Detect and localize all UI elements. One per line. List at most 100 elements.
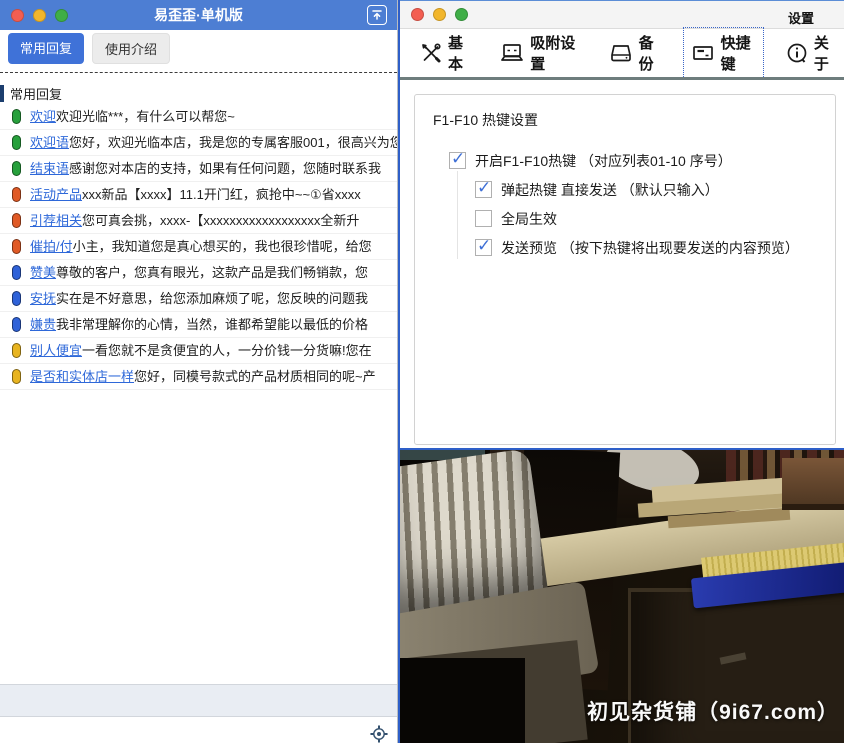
list-item[interactable]: 是否和实体店一样您好，同模号款式的产品材质相同的呢~产 — [0, 364, 397, 390]
option-row: ✓ 发送预览 （按下热键将出现要发送的内容预览） — [475, 233, 835, 262]
option-row: 全局生效 — [475, 204, 835, 233]
category-pill-icon — [12, 109, 21, 124]
tools-icon — [419, 41, 443, 65]
list-item[interactable]: 嫌贵我非常理解你的心情，当然，谁都希望能以最低的价格 — [0, 312, 397, 338]
keyboard-icon — [690, 41, 716, 65]
reply-category-link[interactable]: 结束语 — [30, 161, 69, 176]
zoom-button[interactable] — [455, 8, 468, 21]
category-pill-icon — [12, 369, 21, 384]
list-item[interactable]: 催拍/付小主，我知道您是真心想买的，我也很珍惜呢，给您 — [0, 234, 397, 260]
list-item[interactable]: 活动产品xxx新品【xxxx】11.1开门红，疯抢中~~①省xxxx — [0, 182, 397, 208]
photo-shape — [400, 658, 525, 743]
reply-category-link[interactable]: 活动产品 — [30, 187, 82, 202]
tab-hotkeys[interactable]: 快捷键 — [683, 27, 764, 79]
category-pill-icon — [12, 291, 21, 306]
reply-preview-text: xxx新品【xxxx】11.1开门红，疯抢中~~①省xxxx — [82, 187, 361, 202]
reply-preview-text: 我非常理解你的心情，当然，谁都希望能以最低的价格 — [56, 317, 368, 332]
info-icon — [785, 41, 809, 65]
reply-category-link[interactable]: 引荐相关 — [30, 213, 82, 228]
list-item[interactable]: 欢迎欢迎光临***，有什么可以帮您~ — [0, 104, 397, 130]
category-pill-icon — [12, 187, 21, 202]
category-pill-icon — [12, 135, 21, 150]
option-row: ✓ 弹起热键 直接发送 （默认只输入） — [475, 175, 835, 204]
reply-category-link[interactable]: 催拍/付 — [30, 239, 73, 254]
list-item[interactable]: 赞美尊敬的客户，您真有眼光，这款产品是我们畅销款，您 — [0, 260, 397, 286]
watermark-text: 初见杂货铺（9i67.com） — [587, 696, 839, 726]
settings-toolbar: 基本 吸附设置 — [400, 29, 844, 77]
settings-window-title: 设置 — [788, 8, 814, 27]
input-bar[interactable] — [0, 684, 397, 717]
reply-preview-text: 实在是不好意思，给您添加麻烦了呢，您反映的问题我 — [56, 291, 368, 306]
checkmark-icon: ✓ — [477, 178, 491, 198]
reply-preview-text: 您好，同模号款式的产品材质相同的呢~产 — [134, 369, 376, 384]
settings-titlebar[interactable]: 设置 — [400, 1, 844, 29]
tab-usage-intro[interactable]: 使用介绍 — [92, 33, 170, 64]
checkmark-icon: ✓ — [477, 236, 491, 256]
section-marker-icon — [0, 85, 4, 102]
tab-bar: 常用回复 使用介绍 — [8, 33, 170, 64]
reply-category-link[interactable]: 是否和实体店一样 — [30, 369, 134, 384]
checkbox-global-effect[interactable] — [475, 210, 492, 227]
reply-category-link[interactable]: 别人便宜 — [30, 343, 82, 358]
checkbox-enable-hotkeys[interactable]: ✓ — [449, 152, 466, 169]
option-label: 全局生效 — [501, 209, 557, 229]
list-item[interactable]: 别人便宜一看您就不是贪便宜的人，一分价钱一分货嘛!您在 — [0, 338, 397, 364]
tab-snap-settings[interactable]: 吸附设置 — [492, 27, 586, 79]
list-item[interactable]: 欢迎语您好，欢迎光临本店，我是您的专属客服001，很高兴为您服务 — [0, 130, 397, 156]
toolbar-underline — [400, 77, 844, 80]
category-pill-icon — [12, 343, 21, 358]
category-pill-icon — [12, 265, 21, 280]
reply-preview-text: 小主，我知道您是真心想买的，我也很珍惜呢，给您 — [73, 239, 372, 254]
section-header: 常用回复 — [0, 84, 62, 103]
reply-category-link[interactable]: 安抚 — [30, 291, 56, 306]
option-label: 弹起热键 直接发送 （默认只输入） — [501, 180, 719, 200]
checkmark-icon: ✓ — [451, 149, 465, 169]
collapse-up-icon[interactable] — [367, 5, 387, 25]
close-button[interactable] — [11, 9, 24, 22]
reply-preview-text: 欢迎光临***，有什么可以帮您~ — [56, 109, 235, 124]
list-item[interactable]: 安抚实在是不好意思，给您添加麻烦了呢，您反映的问题我 — [0, 286, 397, 312]
settings-window: 设置 基本 — [400, 0, 844, 450]
category-pill-icon — [12, 317, 21, 332]
dashed-divider — [0, 72, 397, 73]
minimize-button[interactable] — [433, 8, 446, 21]
option-label: 发送预览 （按下热键将出现要发送的内容预览） — [501, 238, 799, 258]
right-column: 设置 基本 — [398, 0, 844, 743]
reply-preview-text: 尊敬的客户，您真有眼光，这款产品是我们畅销款，您 — [56, 265, 368, 280]
traffic-lights — [11, 9, 68, 22]
zoom-button[interactable] — [55, 9, 68, 22]
minimize-button[interactable] — [33, 9, 46, 22]
tree-guide-line — [457, 171, 458, 259]
left-titlebar[interactable]: 易歪歪·单机版 — [0, 0, 397, 30]
tab-about[interactable]: 关于 — [778, 27, 844, 79]
list-item[interactable]: 引荐相关您可真会挑，xxxx-【xxxxxxxxxxxxxxxxxx全新升 — [0, 208, 397, 234]
photo-book-stack — [782, 458, 844, 510]
reply-category-link[interactable]: 欢迎语 — [30, 135, 69, 150]
option-row: ✓ 开启F1-F10热键 （对应列表01-10 序号） — [449, 146, 835, 175]
category-pill-icon — [12, 161, 21, 176]
group-title: F1-F10 热键设置 — [433, 110, 835, 130]
tab-basic[interactable]: 基本 — [412, 27, 478, 79]
reply-category-link[interactable]: 赞美 — [30, 265, 56, 280]
list-item[interactable]: 结束语感谢您对本店的支持，如果有任何问题，您随时联系我 — [0, 156, 397, 182]
reply-preview-text: 您可真会挑，xxxx-【xxxxxxxxxxxxxxxxxx全新升 — [82, 213, 359, 228]
reply-category-link[interactable]: 嫌贵 — [30, 317, 56, 332]
monitor-icon — [499, 41, 525, 65]
option-label: 开启F1-F10热键 （对应列表01-10 序号） — [475, 151, 732, 171]
desktop: 易歪歪·单机版 常用回复 使用介绍 常用回复 欢迎欢迎光临***，有什么可以帮您… — [0, 0, 844, 743]
settings-gear-icon[interactable] — [370, 725, 388, 743]
hotkey-settings-group: F1-F10 热键设置 ✓ 开启F1-F10热键 （对应列表01-10 序号） … — [414, 94, 836, 445]
drive-icon — [608, 41, 634, 65]
traffic-lights — [411, 8, 468, 21]
reply-category-link[interactable]: 欢迎 — [30, 109, 56, 124]
checkbox-send-preview[interactable]: ✓ — [475, 239, 492, 256]
desktop-photo: 初见杂货铺（9i67.com） — [400, 450, 844, 743]
reply-preview-text: 感谢您对本店的支持，如果有任何问题，您随时联系我 — [69, 161, 381, 176]
reply-list: 欢迎欢迎光临***，有什么可以帮您~ 欢迎语您好，欢迎光临本店，我是您的专属客服… — [0, 104, 397, 390]
tab-common-replies[interactable]: 常用回复 — [8, 33, 84, 64]
quick-reply-window: 易歪歪·单机版 常用回复 使用介绍 常用回复 欢迎欢迎光临***，有什么可以帮您… — [0, 0, 398, 743]
close-button[interactable] — [411, 8, 424, 21]
checkbox-send-on-release[interactable]: ✓ — [475, 181, 492, 198]
reply-preview-text: 您好，欢迎光临本店，我是您的专属客服001，很高兴为您服务 — [69, 135, 397, 150]
tab-backup[interactable]: 备份 — [601, 27, 669, 79]
